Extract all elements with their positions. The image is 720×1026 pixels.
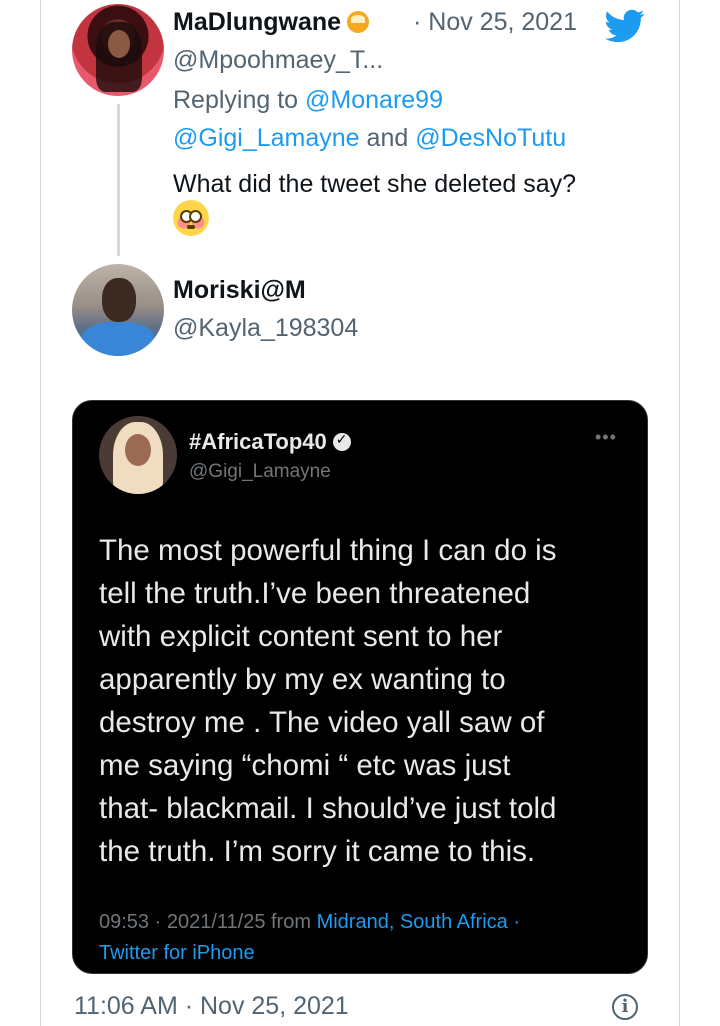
embedded-line: The most powerful thing I can do is: [99, 534, 557, 567]
embedded-meta-client: Twitter for iPhone: [99, 942, 255, 964]
right-border: [679, 0, 680, 1026]
reply-author-name-text: MaDlungwane: [173, 8, 342, 36]
embedded-line: with explicit content sent to her: [99, 620, 503, 653]
emoji-eye-right: [189, 210, 202, 223]
embedded-meta-separator: ·: [507, 911, 520, 933]
avatar-madlungwane[interactable]: [72, 4, 164, 96]
replying-to-line: Replying to @Monare99: [173, 86, 443, 115]
replying-to-line-2: @Gigi_Lamayne and @DesNoTutu: [173, 124, 566, 153]
mention-desnotutu[interactable]: @DesNoTutu: [415, 124, 566, 152]
reply-handle[interactable]: @Mpoohmaey_T...: [173, 46, 383, 75]
embedded-line: me saying “chomi “ etc was just: [99, 749, 511, 782]
embedded-meta-time: 09:53 · 2021/11/25 from: [99, 911, 317, 933]
replying-to-prefix: Replying to: [173, 86, 306, 114]
left-border: [40, 0, 41, 1026]
embedded-line: tell the truth.I’ve been threatened: [99, 577, 531, 610]
main-handle[interactable]: @Kayla_198304: [173, 314, 358, 343]
embedded-tweet-text: The most powerful thing I can do is tell…: [99, 529, 629, 873]
embedded-handle: @Gigi_Lamayne: [189, 461, 331, 482]
mention-monare99[interactable]: @Monare99: [305, 86, 443, 114]
avatar-body: [82, 322, 154, 356]
verified-badge-icon: [332, 431, 351, 451]
main-author-name[interactable]: Moriski@M: [173, 276, 306, 305]
reply-date[interactable]: · Nov 25, 2021: [413, 8, 577, 37]
reply-text: What did the tweet she deleted say?: [173, 170, 577, 198]
embedded-meta-location: Midrand, South Africa: [316, 911, 508, 933]
embedded-author-name-text: #AfricaTop40: [189, 429, 327, 454]
avatar-face: [108, 30, 130, 58]
twitter-bird-icon[interactable]: [602, 6, 648, 46]
embedded-meta: 09:53 · 2021/11/25 from Midrand, South A…: [99, 907, 629, 969]
mention-gigi-lamayne[interactable]: @Gigi_Lamayne: [173, 124, 360, 152]
embedded-line: that- blackmail. I should’ve just told: [99, 792, 557, 825]
thread-connector-line: [117, 104, 120, 256]
embedded-line: apparently by my ex wanting to: [99, 663, 506, 696]
embedded-tweet-image[interactable]: #AfricaTop40 @Gigi_Lamayne ••• The most …: [72, 400, 648, 974]
main-timestamp[interactable]: 11:06 AM · Nov 25, 2021: [74, 992, 349, 1021]
avatar-moriski[interactable]: [72, 264, 164, 356]
embedded-avatar-face: [125, 434, 151, 466]
embedded-line: the truth. I’m sorry it came to this.: [99, 835, 536, 868]
emoji-mouth: [187, 225, 195, 229]
embedded-avatar: [99, 416, 177, 494]
reply-author-name[interactable]: MaDlungwane: [173, 8, 370, 37]
flushed-face-icon: [173, 200, 209, 236]
embedded-author-name: #AfricaTop40: [189, 429, 351, 455]
embedded-line: destroy me . The video yall saw of: [99, 706, 545, 739]
replying-and: and: [359, 124, 416, 152]
avatar-face: [102, 278, 136, 322]
honey-pot-icon: [347, 11, 370, 33]
more-options-icon: •••: [595, 427, 617, 447]
info-icon[interactable]: i: [612, 994, 638, 1020]
